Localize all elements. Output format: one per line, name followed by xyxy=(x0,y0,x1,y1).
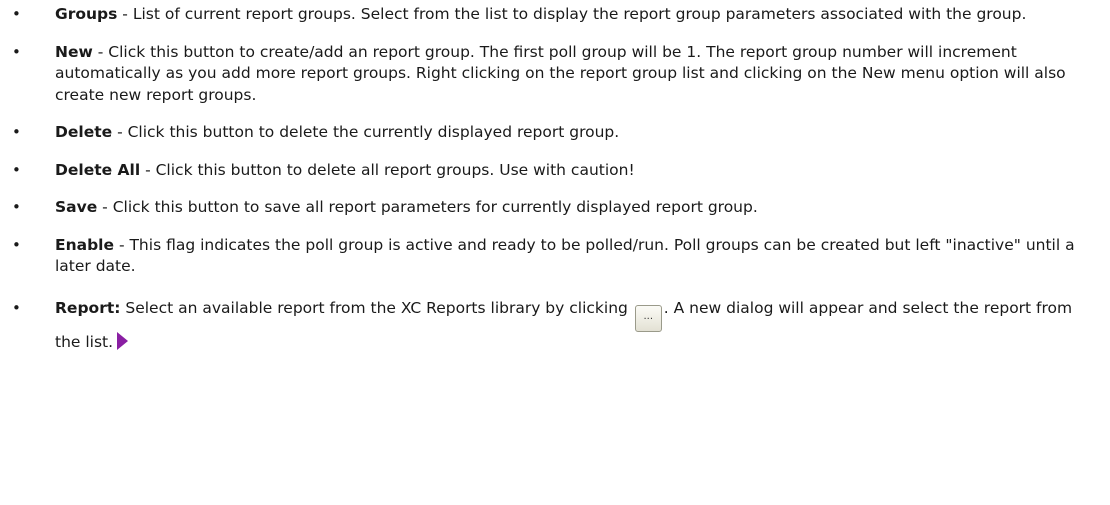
description-delete-all: Click this button to delete all report g… xyxy=(155,160,635,179)
list-item-groups: • Groups - List of current report groups… xyxy=(0,4,1110,26)
description-groups: List of current report groups. Select fr… xyxy=(132,5,1027,23)
help-document: • Groups - List of current report groups… xyxy=(0,0,1110,505)
list-item-new: • New - Click this button to create/add … xyxy=(0,42,1110,107)
separator: - xyxy=(112,123,128,141)
description-delete: Click this button to delete the currentl… xyxy=(127,123,620,141)
separator: - xyxy=(140,160,156,179)
parameter-list: • Groups - List of current report groups… xyxy=(0,4,1110,353)
description-save: Click this button to save all report par… xyxy=(112,198,758,216)
term-report: Report: xyxy=(55,298,121,317)
term-delete-all: Delete All xyxy=(55,160,141,179)
list-item-delete: • Delete - Click this button to delete t… xyxy=(0,122,1110,144)
description-enable: This flag indicates the poll group is ac… xyxy=(55,235,1075,276)
separator: - xyxy=(92,42,109,61)
ellipsis-button-icon[interactable]: ... xyxy=(634,304,662,332)
separator: - xyxy=(114,235,130,254)
bullet-icon: • xyxy=(12,160,21,179)
bullet-icon: • xyxy=(12,198,21,216)
bullet-icon: • xyxy=(12,235,21,254)
description-report-before: Select an available report from the XC R… xyxy=(120,298,633,317)
list-item-enable: • Enable - This flag indicates the poll … xyxy=(0,235,1110,278)
bullet-icon: • xyxy=(12,5,21,23)
separator: - xyxy=(117,5,133,23)
bullet-icon: • xyxy=(12,123,21,141)
list-item-report: • Report: Select an available report fro… xyxy=(0,298,1110,354)
term-enable: Enable xyxy=(55,235,115,254)
list-item-save: • Save - Click this button to save all r… xyxy=(0,197,1110,219)
separator: - xyxy=(97,198,113,216)
bullet-icon: • xyxy=(12,42,21,61)
arrow-marker-icon[interactable] xyxy=(117,331,129,350)
term-groups: Groups xyxy=(55,5,118,23)
bullet-icon: • xyxy=(12,298,21,317)
term-new: New xyxy=(55,42,93,61)
term-delete: Delete xyxy=(55,123,113,141)
description-new: Click this button to create/add an repor… xyxy=(55,42,1066,104)
list-item-delete-all: • Delete All - Click this button to dele… xyxy=(0,160,1110,182)
term-save: Save xyxy=(55,198,98,216)
